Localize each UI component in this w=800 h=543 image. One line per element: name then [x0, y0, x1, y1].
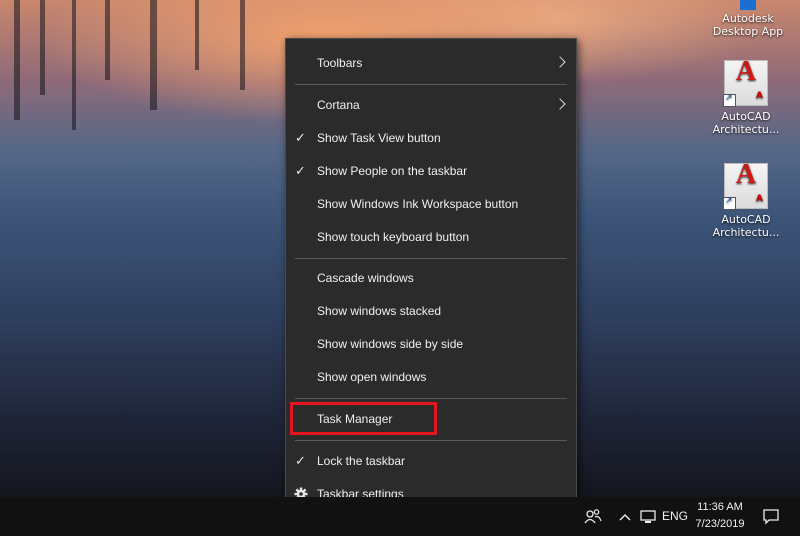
shortcut-arrow-icon [723, 92, 736, 107]
reed-silhouette [14, 0, 20, 120]
menu-item-show-open-windows[interactable]: Show open windows [286, 362, 576, 392]
menu-item-label: Cascade windows [317, 271, 414, 285]
chevron-right-icon [556, 48, 566, 78]
menu-item-show-windows-side-by-side[interactable]: Show windows side by side [286, 329, 576, 359]
menu-separator [295, 258, 567, 259]
desktop-icon-autocad-architecture-1[interactable]: AA AutoCAD Architectu... [706, 58, 786, 137]
desktop-icon-autocad-architecture-2[interactable]: AA AutoCAD Architectu... [706, 161, 786, 240]
icon-label-line1: AutoCAD [721, 213, 771, 226]
menu-item-label: Show Task View button [317, 131, 441, 145]
icon-label-line2: Architectu... [712, 123, 780, 136]
menu-item-cascade-windows[interactable]: Cascade windows [286, 263, 576, 293]
language-indicator[interactable]: ENG [660, 497, 690, 536]
chevron-up-icon[interactable] [615, 497, 635, 536]
reed-silhouette [105, 0, 110, 80]
menu-item-show-people[interactable]: ✓ Show People on the taskbar [286, 156, 576, 186]
desktop-icon-autodesk-desktop-app[interactable]: Autodesk Desktop App [708, 0, 788, 38]
menu-item-label: Show touch keyboard button [317, 230, 470, 244]
menu-item-lock-the-taskbar[interactable]: ✓ Lock the taskbar [286, 446, 576, 476]
menu-item-label: Show open windows [317, 370, 427, 384]
menu-item-show-windows-ink-workspace[interactable]: Show Windows Ink Workspace button [286, 189, 576, 219]
taskbar-context-menu: Toolbars Cortana ✓ Show Task View button… [285, 38, 577, 519]
checkmark-icon: ✓ [295, 453, 306, 468]
reed-silhouette [72, 0, 76, 130]
reed-silhouette [195, 0, 199, 70]
icon-label-line1: AutoCAD [721, 110, 771, 123]
menu-item-label: Show People on the taskbar [317, 164, 468, 178]
menu-item-toolbars[interactable]: Toolbars [286, 48, 576, 78]
chevron-right-icon [556, 90, 566, 120]
checkmark-icon: ✓ [295, 163, 306, 178]
autocad-icon: AA [723, 161, 768, 210]
clock[interactable]: 11:36 AM 7/23/2019 [690, 499, 750, 533]
menu-item-label: Show windows stacked [317, 304, 442, 318]
menu-item-label: Show Windows Ink Workspace button [317, 197, 519, 211]
autodesk-app-icon [740, 0, 756, 10]
clock-date: 7/23/2019 [695, 518, 745, 530]
menu-item-label: Toolbars [317, 56, 363, 70]
task-manager-highlight-box [290, 402, 437, 435]
reed-silhouette [40, 0, 45, 95]
clock-time: 11:36 AM [697, 501, 743, 513]
icon-label-line2: Desktop App [712, 25, 784, 38]
reed-silhouette [150, 0, 157, 110]
menu-item-show-task-view-button[interactable]: ✓ Show Task View button [286, 123, 576, 153]
menu-separator [295, 398, 567, 399]
people-icon[interactable] [578, 497, 608, 536]
menu-separator [295, 84, 567, 85]
menu-item-label: Lock the taskbar [317, 454, 406, 468]
network-icon[interactable] [637, 497, 659, 536]
reed-silhouette [240, 0, 245, 90]
menu-item-show-touch-keyboard[interactable]: Show touch keyboard button [286, 222, 576, 252]
menu-item-label: Show windows side by side [317, 337, 464, 351]
shortcut-arrow-icon [723, 195, 736, 210]
action-center-icon[interactable] [758, 497, 784, 536]
menu-item-cortana[interactable]: Cortana [286, 90, 576, 120]
checkmark-icon: ✓ [295, 130, 306, 145]
icon-label-line2: Architectu... [712, 226, 780, 239]
icon-label-line1: Autodesk [722, 12, 774, 25]
menu-item-label: Cortana [317, 98, 360, 112]
autocad-icon: AA [723, 58, 768, 107]
menu-separator [295, 440, 567, 441]
taskbar: ENG 11:36 AM 7/23/2019 [0, 497, 800, 536]
menu-item-show-windows-stacked[interactable]: Show windows stacked [286, 296, 576, 326]
